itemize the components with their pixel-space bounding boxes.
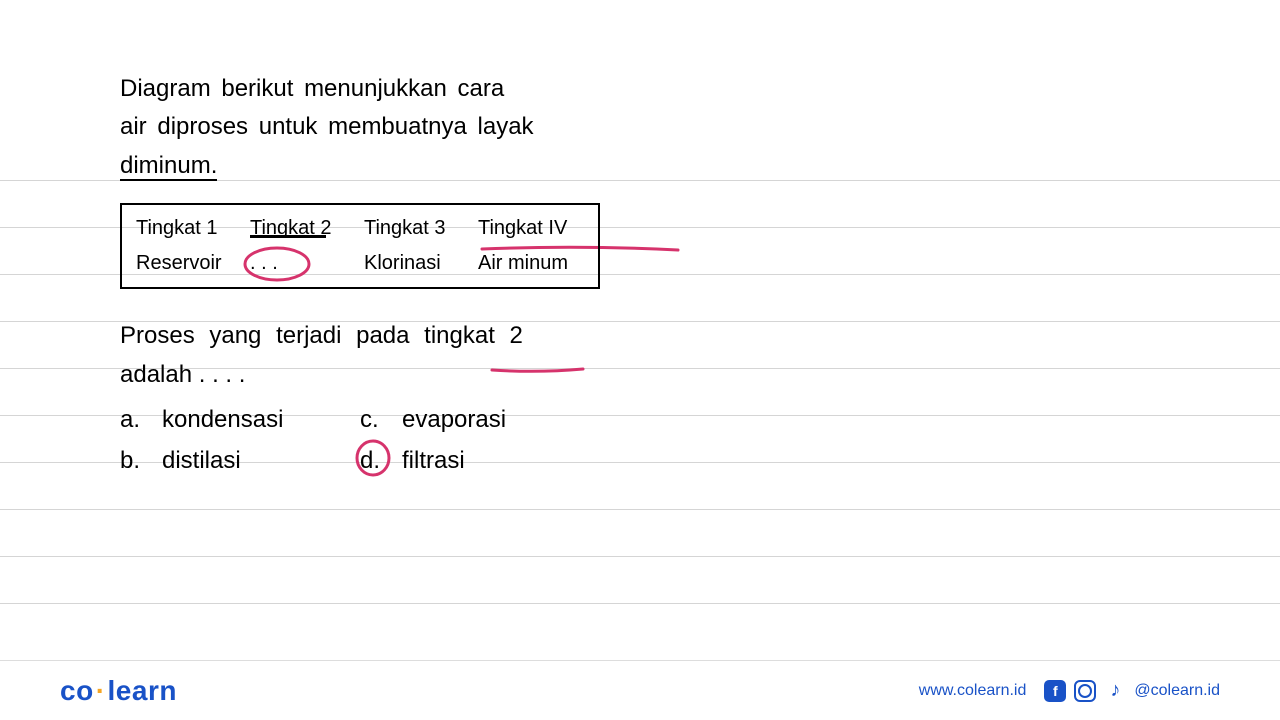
table-header-4: Tingkat IV	[474, 217, 588, 240]
table-header-1: Tingkat 1	[132, 217, 246, 240]
option-b: b. distilasi	[120, 441, 360, 482]
facebook-icon: f	[1044, 680, 1066, 702]
table-value-1: Reservoir	[132, 252, 246, 275]
tiktok-icon: ♪	[1104, 680, 1126, 702]
question-paragraph: Diagram berikut menunjukkan cara air dip…	[120, 70, 600, 185]
logo-co: co	[60, 675, 94, 706]
option-c-label: c.	[360, 400, 386, 441]
social-icons: f ♪ @colearn.id	[1044, 680, 1220, 702]
ruled-line	[0, 509, 1280, 510]
question-line-1: Diagram berikut menunjukkan cara	[120, 75, 504, 102]
option-a-label: a.	[120, 400, 146, 441]
ruled-line	[0, 603, 1280, 604]
option-a: a. kondensasi	[120, 400, 360, 441]
option-c-text: evaporasi	[402, 400, 506, 441]
annotation-underline-2	[490, 362, 585, 370]
tingkat2-underline	[250, 235, 326, 238]
option-d-label: d.	[360, 441, 386, 482]
question-prompt-line-1: Proses yang terjadi pada tingkat 2	[120, 317, 600, 355]
question-line-3: diminum.	[120, 152, 217, 181]
option-b-text: distilasi	[162, 441, 241, 482]
content-area: Diagram berikut menunjukkan cara air dip…	[120, 70, 600, 482]
stages-table: Tingkat 1 Tingkat 2 Tingkat 3 Tingkat IV…	[120, 203, 600, 289]
table-value-2: . . .	[246, 252, 360, 275]
table-header-row: Tingkat 1 Tingkat 2 Tingkat 3 Tingkat IV	[132, 217, 588, 240]
question-line-2: air diproses untuk membuatnya layak	[120, 113, 534, 140]
logo: co·learn	[60, 675, 177, 707]
option-b-label: b.	[120, 441, 146, 482]
option-c: c. evaporasi	[360, 400, 600, 441]
option-d-text: filtrasi	[402, 441, 465, 482]
instagram-icon	[1074, 680, 1096, 702]
option-a-text: kondensasi	[162, 400, 283, 441]
footer: co·learn www.colearn.id f ♪ @colearn.id	[0, 660, 1280, 720]
option-d: d. filtrasi	[360, 441, 600, 482]
social-handle: @colearn.id	[1134, 682, 1220, 700]
footer-right: www.colearn.id f ♪ @colearn.id	[919, 680, 1220, 702]
question-prompt: Proses yang terjadi pada tingkat 2 adala…	[120, 317, 600, 394]
table-header-3: Tingkat 3	[360, 217, 474, 240]
table-value-row: Reservoir . . . Klorinasi Air minum	[132, 252, 588, 275]
options-grid: a. kondensasi c. evaporasi b. distilasi …	[120, 400, 600, 482]
website-link: www.colearn.id	[919, 682, 1027, 700]
table-value-4: Air minum	[474, 252, 588, 275]
table-value-3: Klorinasi	[360, 252, 474, 275]
ruled-line	[0, 556, 1280, 557]
logo-learn: learn	[108, 675, 177, 706]
logo-dot: ·	[94, 675, 108, 706]
